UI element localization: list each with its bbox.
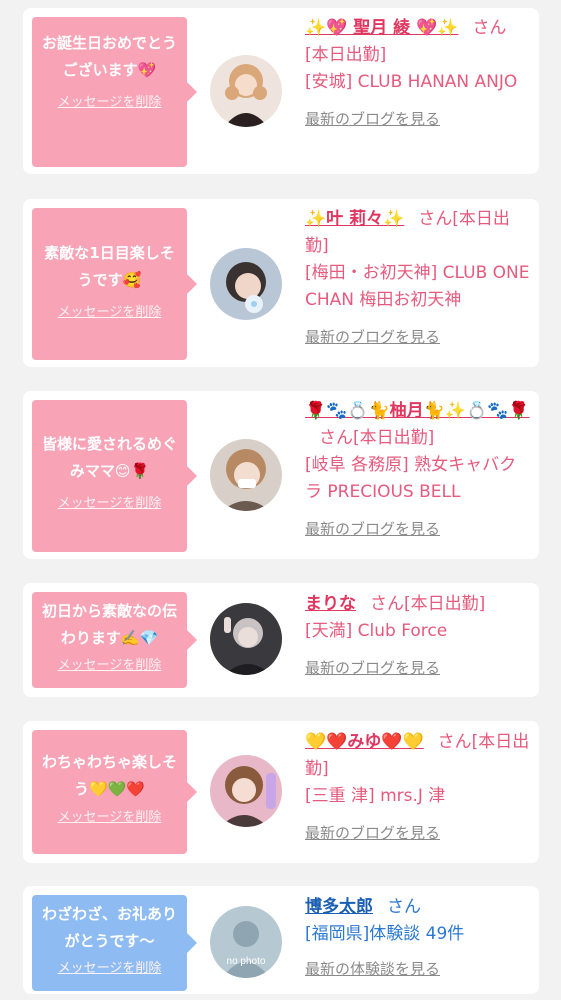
shop-location: [安城] CLUB HANAN ANJO bbox=[305, 72, 518, 92]
message-text: 素敵な1日目楽しそうです🥰 bbox=[44, 244, 175, 289]
blog-link[interactable]: 最新のブログを見る bbox=[305, 820, 533, 847]
honorific: さん bbox=[437, 732, 472, 752]
profile-info: まりな さん[本日出勤] [天満] Club Force 最新のブログを見る bbox=[305, 591, 533, 682]
honorific: さん bbox=[319, 428, 353, 448]
review-count: [福岡県]体験談 49件 bbox=[305, 924, 465, 944]
profile-info: 🌹🐾💍🐈柚月🐈✨💍🐾🌹 さん[本日出勤] [岐阜 各務原] 熟女キャバクラ PRE… bbox=[305, 398, 533, 543]
shop-location: [岐阜 各務原] 熟女キャバクラ PRECIOUS BELL bbox=[305, 455, 517, 502]
message-text: 初日から素敵なの伝わります✍️💎 bbox=[41, 602, 177, 647]
message-card: わちゃわちゃ楽しそう💛💚❤️ メッセージを削除 💛❤️みゆ❤️💛 さん[本日出勤]… bbox=[23, 721, 539, 863]
avatar[interactable] bbox=[210, 55, 282, 127]
message-card: わざわざ、お礼ありがとうです〜 メッセージを削除 no photo 博多太郎 さん… bbox=[23, 886, 539, 994]
message-text: お誕生日おめでとうございます💖 bbox=[41, 34, 177, 79]
message-bubble: わちゃわちゃ楽しそう💛💚❤️ メッセージを削除 bbox=[32, 730, 197, 854]
honorific: さん bbox=[387, 897, 421, 917]
shop-location: [三重 津] mrs.J 津 bbox=[305, 786, 446, 806]
delete-message-link[interactable]: メッセージを削除 bbox=[58, 301, 162, 320]
message-bubble: 素敵な1日目楽しそうです🥰 メッセージを削除 bbox=[32, 208, 197, 360]
avatar[interactable] bbox=[210, 248, 282, 320]
message-bubble: お誕生日おめでとうございます💖 メッセージを削除 bbox=[32, 17, 197, 167]
profile-photo-icon bbox=[210, 439, 282, 511]
profile-name-link[interactable]: まりな bbox=[305, 594, 356, 614]
message-card: 皆様に愛されるめぐみママ😊🌹 メッセージを削除 🌹🐾💍🐈柚月🐈✨💍🐾🌹 さん[本日… bbox=[23, 391, 539, 559]
message-text: わちゃわちゃ楽しそう💛💚❤️ bbox=[41, 753, 177, 798]
profile-name-link[interactable]: ✨💖 聖月 綾 💖✨ bbox=[305, 18, 458, 38]
avatar[interactable] bbox=[210, 603, 282, 675]
honorific: さん bbox=[418, 209, 453, 229]
avatar[interactable] bbox=[210, 439, 282, 511]
work-status: [本日出勤] bbox=[404, 594, 486, 614]
delete-message-link[interactable]: メッセージを削除 bbox=[58, 654, 162, 673]
message-bubble: わざわざ、お礼ありがとうです〜 メッセージを削除 bbox=[32, 895, 197, 991]
profile-name-link[interactable]: ✨叶 莉々✨ bbox=[305, 209, 404, 229]
profile-name-link[interactable]: 博多太郎 bbox=[305, 897, 373, 917]
profile-photo-icon bbox=[210, 248, 282, 320]
profile-photo-icon bbox=[210, 755, 282, 827]
profile-info: ✨叶 莉々✨ さん[本日出勤] [梅田・お初天神] CLUB ONE CHAN 梅… bbox=[305, 206, 533, 351]
reviews-link[interactable]: 最新の体験談を見る bbox=[305, 956, 533, 983]
profile-photo-icon bbox=[210, 55, 282, 127]
delete-message-link[interactable]: メッセージを削除 bbox=[58, 91, 162, 110]
message-card: 素敵な1日目楽しそうです🥰 メッセージを削除 ✨叶 莉々✨ さん[本日出勤] [梅… bbox=[23, 199, 539, 367]
blog-link[interactable]: 最新のブログを見る bbox=[305, 516, 533, 543]
message-text: 皆様に愛されるめぐみママ😊🌹 bbox=[41, 435, 177, 480]
no-photo-icon: no photo bbox=[210, 906, 282, 978]
no-photo-text: no photo bbox=[227, 956, 266, 967]
blog-link[interactable]: 最新のブログを見る bbox=[305, 324, 533, 351]
profile-name-link[interactable]: 🌹🐾💍🐈柚月🐈✨💍🐾🌹 bbox=[305, 401, 530, 421]
message-card: お誕生日おめでとうございます💖 メッセージを削除 ✨💖 聖月 綾 💖✨ さん [本… bbox=[23, 8, 539, 174]
blog-link[interactable]: 最新のブログを見る bbox=[305, 106, 533, 133]
message-bubble: 皆様に愛されるめぐみママ😊🌹 メッセージを削除 bbox=[32, 400, 197, 552]
avatar[interactable]: no photo bbox=[210, 906, 282, 978]
honorific: さん bbox=[472, 18, 507, 38]
profile-info: 博多太郎 さん [福岡県]体験談 49件 最新の体験談を見る bbox=[305, 894, 533, 983]
honorific: さん bbox=[370, 594, 404, 614]
profile-name-link[interactable]: 💛❤️みゆ❤️💛 bbox=[305, 732, 424, 752]
message-bubble: 初日から素敵なの伝わります✍️💎 メッセージを削除 bbox=[32, 592, 197, 688]
message-text: わざわざ、お礼ありがとうです〜 bbox=[41, 905, 177, 950]
message-card: 初日から素敵なの伝わります✍️💎 メッセージを削除 まりな さん[本日出勤] [天… bbox=[23, 583, 539, 697]
work-status: [本日出勤] bbox=[353, 428, 435, 448]
delete-message-link[interactable]: メッセージを削除 bbox=[58, 806, 162, 825]
avatar[interactable] bbox=[210, 755, 282, 827]
delete-message-link[interactable]: メッセージを削除 bbox=[58, 957, 162, 976]
delete-message-link[interactable]: メッセージを削除 bbox=[58, 492, 162, 511]
profile-info: 💛❤️みゆ❤️💛 さん[本日出勤] [三重 津] mrs.J 津 最新のブログを見… bbox=[305, 729, 533, 847]
work-status: [本日出勤] bbox=[305, 45, 387, 65]
profile-info: ✨💖 聖月 綾 💖✨ さん [本日出勤] [安城] CLUB HANAN ANJO… bbox=[305, 15, 533, 133]
profile-photo-icon bbox=[210, 603, 282, 675]
shop-location: [梅田・お初天神] CLUB ONE CHAN 梅田お初天神 bbox=[305, 263, 530, 310]
shop-location: [天満] Club Force bbox=[305, 621, 448, 641]
blog-link[interactable]: 最新のブログを見る bbox=[305, 655, 533, 682]
